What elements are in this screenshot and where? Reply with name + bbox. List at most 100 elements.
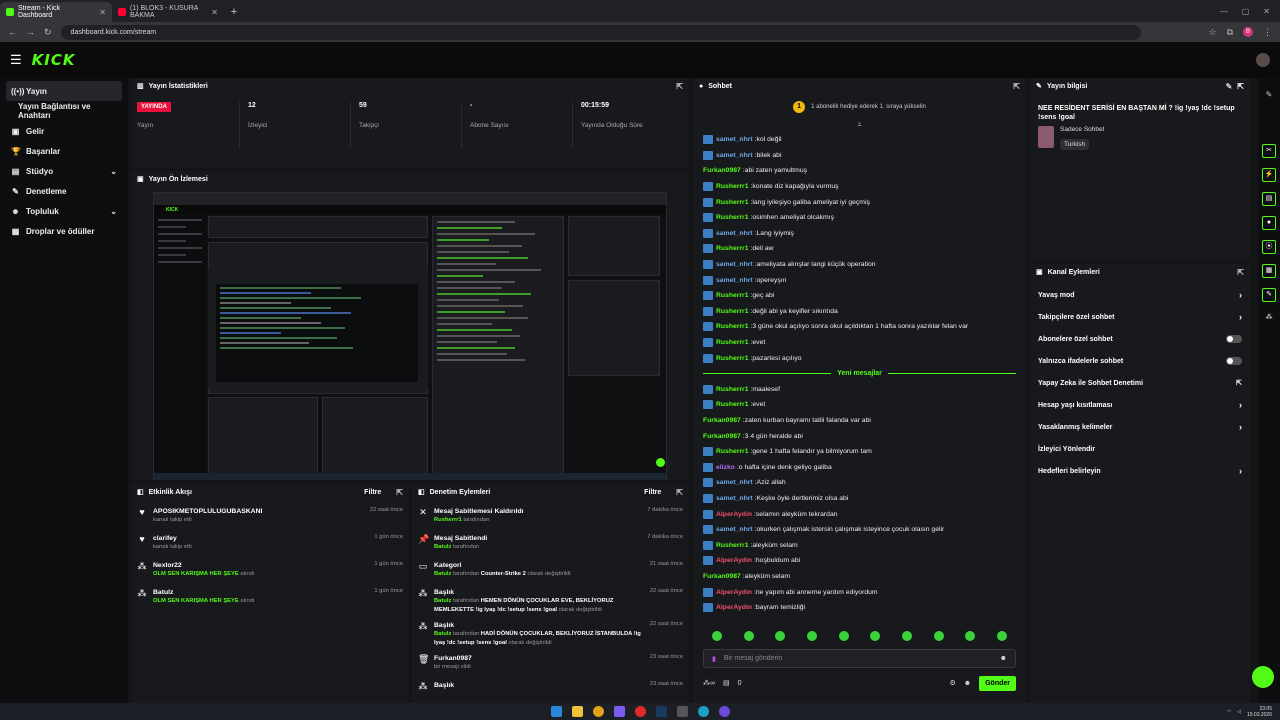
chat-username[interactable]: Rusherrr1 <box>716 292 749 299</box>
sidebar-item[interactable]: ☻ Topluluk ⌄ <box>6 201 122 221</box>
emote-icon[interactable] <box>997 631 1008 641</box>
chat-message[interactable]: Rusherrr1: geç abi <box>703 288 1016 304</box>
chat-username[interactable]: Furkan0987 <box>703 573 741 580</box>
chat-username[interactable]: samet_nhrt <box>716 277 753 284</box>
chevron-down-icon[interactable]: ⌄ <box>110 167 117 176</box>
emote-icon[interactable] <box>775 631 786 641</box>
chat-message[interactable]: samet_nhrt: Lang iyiymiş <box>703 226 1016 242</box>
chat-message[interactable]: Rusherrr1: lang iyileşiyo galiba ameliya… <box>703 194 1016 210</box>
chat-username[interactable]: Rusherrr1 <box>716 245 749 252</box>
emote-icon[interactable] <box>965 631 976 641</box>
emote-icon[interactable] <box>901 631 912 641</box>
channel-action[interactable]: Yasaklanmış kelimeler › <box>1030 416 1250 438</box>
chat-username[interactable]: samet_nhrt <box>716 230 753 237</box>
chat-message[interactable]: elizko: o hafta içine denk geliyo galiba <box>703 459 1016 475</box>
stream-preview-video[interactable]: KICK <box>153 192 667 480</box>
emote-icon[interactable] <box>933 631 944 641</box>
emote-icon[interactable] <box>838 631 849 641</box>
close-tab-icon[interactable]: ✕ <box>211 8 218 17</box>
chat-message[interactable]: Furkan0987: 3 4 gün heralde abi <box>703 428 1016 444</box>
popout-icon[interactable]: ⇱ <box>396 488 403 497</box>
popout-icon[interactable]: ⇱ <box>676 488 683 497</box>
chevron-down-icon[interactable]: ⌄ <box>110 207 117 216</box>
emote-icon[interactable] <box>806 631 817 641</box>
chat-message[interactable]: AlperAydin: hoşbuldum abi <box>703 553 1016 569</box>
chat-message[interactable]: Furkan0987: aleyküm selam <box>703 569 1016 585</box>
close-tab-icon[interactable]: ✕ <box>99 8 106 17</box>
chat-message[interactable]: samet_nhrt: okurken çalışmak istersin ça… <box>703 522 1016 538</box>
chat-message[interactable]: AlperAydin: ne yapım abi anneme yardım e… <box>703 584 1016 600</box>
notes-icon[interactable]: ▤ <box>1262 192 1276 206</box>
chat-message[interactable]: Rusherrr1: evet <box>703 335 1016 351</box>
chat-message[interactable]: samet_nhrt: bilek abi <box>703 148 1016 164</box>
wifi-icon[interactable]: ◠ <box>1227 709 1231 715</box>
new-tab-icon[interactable]: + <box>224 2 244 22</box>
wrench-icon[interactable]: ✎ <box>1262 288 1276 302</box>
send-button[interactable]: Gönder <box>979 675 1016 691</box>
kick-logo[interactable]: KICK <box>32 51 76 69</box>
channel-action[interactable]: Hesap yaşı kısıtlaması › <box>1030 394 1250 416</box>
chat-username[interactable]: AlperAydin <box>716 511 752 518</box>
discord-icon[interactable] <box>613 706 625 717</box>
toggle-switch[interactable] <box>1226 357 1242 365</box>
sidebar-item[interactable]: ▣ Gelir <box>6 121 122 141</box>
chat-username[interactable]: Furkan0987 <box>703 433 741 440</box>
moderation-tools-icon[interactable]: ▦ <box>1262 264 1276 278</box>
sidebar-item[interactable]: 🏆 Başarılar <box>6 141 122 161</box>
reload-icon[interactable]: ↻ <box>44 27 52 38</box>
channel-action[interactable]: Hedefleri belirleyin › <box>1030 460 1250 482</box>
settings-gear-icon[interactable]: ⚙ <box>949 679 955 687</box>
raid-icon[interactable]: ⚡ <box>1262 168 1276 182</box>
filter-button[interactable]: Filtre <box>644 489 661 496</box>
toggle-switch[interactable] <box>1226 335 1242 343</box>
chat-username[interactable]: Rusherrr1 <box>716 386 749 393</box>
popout-icon[interactable]: ⇱ <box>1237 82 1244 91</box>
popout-icon[interactable]: ⇱ <box>1237 268 1244 277</box>
channel-points-icon[interactable]: ⁂∞ <box>703 679 715 687</box>
chat-username[interactable]: Rusherrr1 <box>716 401 749 408</box>
chat-message[interactable]: Rusherrr1: gene 1 hafta felandır ya bilm… <box>703 444 1016 460</box>
volume-icon[interactable]: ◁ <box>1237 709 1241 715</box>
chat-username[interactable]: Furkan0987 <box>703 167 741 174</box>
obs-icon[interactable] <box>718 706 730 717</box>
emote-icon[interactable] <box>870 631 881 641</box>
pinned-collapse-icon[interactable]: ⩡ <box>693 120 1026 132</box>
chat-message[interactable]: Furkan0987: abi zaten yamultmuş <box>703 163 1016 179</box>
chat-username[interactable]: Rusherrr1 <box>716 214 749 221</box>
channel-action[interactable]: Takipçilere özel sohbet › <box>1030 306 1250 328</box>
edge-icon[interactable] <box>697 706 709 717</box>
sidebar-item[interactable]: ▤ Stüdyo ⌄ <box>6 161 122 181</box>
chrome-icon[interactable] <box>592 706 604 717</box>
chat-username[interactable]: AlperAydin <box>716 604 752 611</box>
chat-username[interactable]: samet_nhrt <box>716 479 753 486</box>
edit-layout-icon[interactable]: ✎ <box>1258 78 1280 108</box>
chat-username[interactable]: elizko <box>716 464 735 471</box>
window-controls[interactable]: — ▢ ✕ <box>1210 7 1280 22</box>
edit-pencil-icon[interactable]: ✎ <box>1226 82 1233 91</box>
chat-message[interactable]: samet_nhrt: opereyşın <box>703 272 1016 288</box>
url-field[interactable]: dashboard.kick.com/stream <box>60 24 1141 40</box>
extensions-icon[interactable]: ⧉ <box>1227 27 1233 38</box>
gift-icon[interactable]: ▤ <box>723 679 730 687</box>
filter-button[interactable]: Filtre <box>364 489 381 496</box>
popout-icon[interactable]: ⇱ <box>676 82 683 91</box>
sidebar-item[interactable]: ▦ Droplar ve ödüller <box>6 221 122 241</box>
file-explorer-icon[interactable] <box>571 706 583 717</box>
chat-message[interactable]: Rusherrr1: 3 güne okul açılıyo sonra oku… <box>703 319 1016 335</box>
emote-icon[interactable] <box>711 631 722 641</box>
chat-username[interactable]: Rusherrr1 <box>716 355 749 362</box>
chat-message[interactable]: AlperAydin: bayram temizliği <box>703 600 1016 616</box>
profile-avatar[interactable]: B <box>1243 27 1253 37</box>
channel-action[interactable]: Yavaş mod › <box>1030 284 1250 306</box>
chat-message[interactable]: Rusherrr1: evet <box>703 397 1016 413</box>
chat-username[interactable]: Rusherrr1 <box>716 448 749 455</box>
chat-message[interactable]: Rusherrr1: maalesef <box>703 382 1016 398</box>
chat-username[interactable]: Rusherrr1 <box>716 199 749 206</box>
browser-tab[interactable]: (1) BLOK3 - KUSURA BAKMA ✕ <box>112 2 224 22</box>
back-icon[interactable]: ← <box>8 27 17 37</box>
chat-username[interactable]: Rusherrr1 <box>716 542 749 549</box>
chat-username[interactable]: Rusherrr1 <box>716 339 749 346</box>
user-avatar[interactable] <box>1256 53 1270 67</box>
chat-username[interactable]: AlperAydin <box>716 557 752 564</box>
chat-username[interactable]: samet_nhrt <box>716 152 753 159</box>
